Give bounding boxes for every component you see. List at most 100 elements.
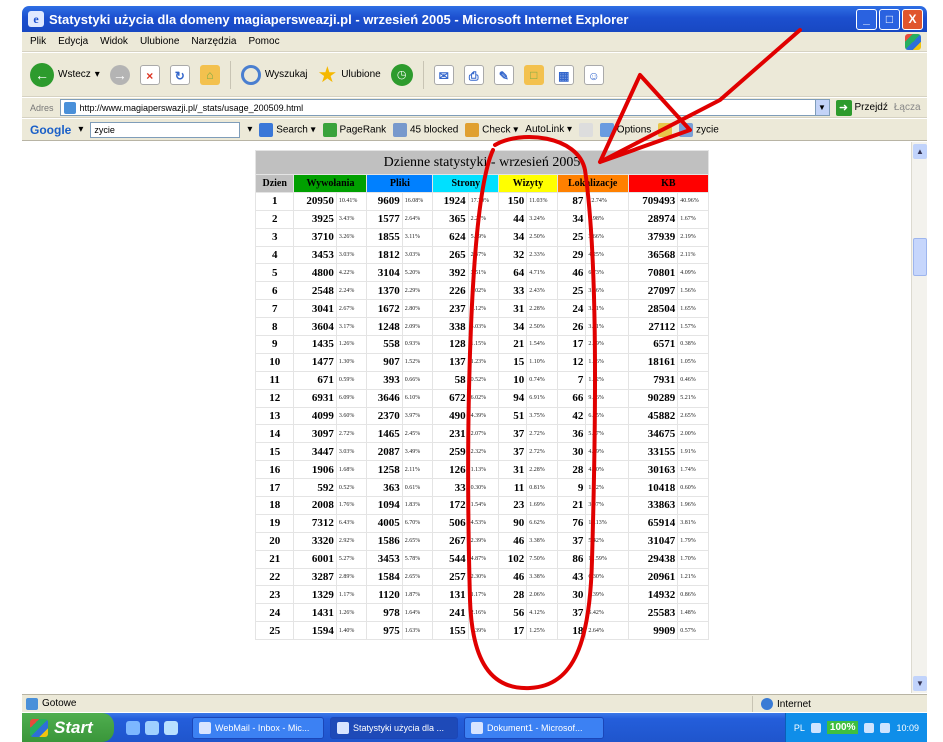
taskbar-item-webmail[interactable]: WebMail - Inbox - Mic... [192, 716, 324, 739]
percent-cell: 3.49% [401, 442, 434, 462]
google-logo[interactable]: Google [30, 123, 71, 137]
value-cell: 1094 [366, 496, 403, 515]
spellcheck-button[interactable]: Check ▾ [465, 122, 518, 137]
value-cell: 46 [498, 567, 528, 587]
taskbar-item-word[interactable]: Dokument1 - Microsof... [464, 716, 604, 739]
value-cell: 3453 [366, 549, 403, 569]
mail-icon[interactable]: ✉ [433, 64, 454, 85]
scroll-down-icon[interactable]: ▼ [913, 676, 927, 691]
quicklaunch-outlook-icon[interactable] [145, 720, 159, 735]
value-cell: 30163 [627, 460, 679, 480]
back-dropdown-icon[interactable]: ▾ [95, 69, 100, 80]
spellcheck-icon [465, 122, 480, 137]
value-cell: 1258 [366, 460, 403, 480]
start-button[interactable]: Start [22, 713, 114, 742]
window-title-bar[interactable]: e Statystyki użycia dla domeny magiapers… [22, 6, 927, 32]
percent-cell: 2.64% [401, 209, 434, 229]
refresh-icon[interactable]: ↻ [169, 64, 190, 85]
options-button[interactable]: Options [600, 122, 651, 137]
menu-favorites[interactable]: Ulubione [140, 36, 179, 47]
value-cell: 24 [556, 299, 587, 319]
menu-edit[interactable]: Edycja [58, 36, 88, 47]
messenger-icon[interactable]: ☺ [583, 64, 604, 85]
value-cell: 26 [556, 317, 587, 337]
tray-security-icon[interactable] [880, 722, 891, 733]
percent-cell: 5.27% [335, 549, 368, 569]
percent-cell: 1.15% [467, 335, 500, 354]
day-cell: 5 [254, 263, 295, 283]
back-button[interactable]: ← Wstecz ▾ [30, 62, 100, 87]
search-term-button[interactable]: zycie [679, 122, 719, 137]
percent-cell: 2.02% [467, 281, 500, 301]
value-cell: 1924 [432, 191, 469, 211]
google-search-input[interactable]: zycie [90, 121, 241, 138]
day-cell: 25 [254, 621, 295, 641]
history-icon[interactable]: ◷ [390, 63, 413, 86]
home-icon[interactable]: ⌂ [199, 64, 220, 85]
highlight-icon[interactable] [658, 122, 673, 137]
windows-flag-icon [30, 718, 48, 737]
edit-icon[interactable]: ✎ [493, 64, 514, 85]
toolbar-separator [229, 60, 231, 89]
tray-battery-level[interactable]: 100% [826, 721, 859, 734]
research-icon[interactable]: ▦ [553, 64, 574, 85]
value-cell: 37 [556, 531, 587, 551]
google-logo-dropdown-icon[interactable]: ▾ [78, 124, 83, 135]
menu-help[interactable]: Pomoc [248, 36, 279, 47]
value-cell: 2548 [293, 281, 337, 301]
google-search-dropdown-icon[interactable]: ▾ [247, 124, 252, 135]
table-row: 10 1477 1.30% 907 1.52% 137 1.23% 15 1.10% 12 1.76… [254, 352, 709, 372]
percent-cell: 2.07% [467, 424, 500, 444]
scroll-thumb[interactable] [913, 238, 927, 276]
percent-cell: 0.30% [467, 478, 500, 498]
menu-view[interactable]: Widok [100, 36, 128, 47]
percent-cell: 1.79% [677, 531, 709, 551]
taskbar-item-stats[interactable]: Statystyki użycia dla ... [330, 716, 458, 739]
percent-cell: 0.81% [526, 478, 558, 498]
minimize-button[interactable]: _ [856, 9, 877, 30]
day-cell: 4 [254, 245, 295, 265]
quicklaunch-ie-icon[interactable] [126, 720, 140, 735]
tray-network-icon[interactable] [810, 722, 821, 733]
search-button[interactable]: Wyszukaj [240, 64, 308, 85]
vertical-scrollbar[interactable]: ▲ ▼ [911, 142, 927, 693]
favorites-button[interactable]: ★ Ulubione [318, 63, 381, 85]
language-indicator[interactable]: PL [794, 723, 805, 733]
stop-icon[interactable]: × [139, 64, 160, 85]
address-dropdown-icon[interactable]: ▼ [814, 100, 829, 115]
percent-cell: 5.59% [467, 227, 500, 247]
links-button[interactable]: Łącza [894, 102, 921, 113]
percent-cell: 4.39% [585, 585, 629, 605]
go-button[interactable]: ➜ Przejdź [835, 99, 888, 116]
maximize-button[interactable]: □ [879, 9, 900, 30]
autofill-icon[interactable] [579, 122, 594, 137]
address-input[interactable]: http://www.magiaperswazji.pl/_stats/usag… [59, 99, 830, 116]
value-cell: 10 [498, 370, 528, 390]
popup-blocker-button[interactable]: 45 blocked [393, 122, 458, 137]
check-label: Check [482, 124, 511, 136]
table-row: 19 7312 6.43% 4005 6.70% 506 4.53% 90 6.62% 76 11.… [254, 513, 709, 533]
menu-tools[interactable]: Narzędzia [191, 36, 236, 47]
value-cell: 4800 [293, 263, 337, 283]
close-button[interactable]: X [902, 9, 923, 30]
day-cell: 21 [254, 549, 295, 569]
quicklaunch-media-icon[interactable] [164, 720, 178, 735]
google-search-button[interactable]: Search ▾ [259, 122, 316, 137]
value-cell: 36568 [627, 245, 679, 265]
autolink-button[interactable]: AutoLink ▾ [525, 124, 572, 135]
menu-file[interactable]: Plik [30, 36, 46, 47]
value-cell: 1370 [366, 281, 403, 301]
scroll-up-icon[interactable]: ▲ [913, 144, 927, 159]
value-cell: 1577 [366, 209, 403, 229]
percent-cell: 2.72% [526, 424, 558, 444]
percent-cell: 2.11% [401, 460, 434, 480]
pagerank-button[interactable]: PageRank [322, 122, 386, 137]
value-cell: 265 [432, 245, 469, 265]
table-row: 12 6931 6.09% 3646 6.10% 672 6.02% 94 6.91% 66 9.6… [254, 388, 709, 408]
print-icon[interactable]: ⎙ [463, 64, 484, 85]
table-row: 23 1329 1.17% 1120 1.87% 131 1.17% 28 2.06% 30 4.3… [254, 585, 709, 605]
folder-icon[interactable]: □ [523, 64, 544, 85]
percent-cell: 1.96% [677, 496, 709, 515]
forward-arrow-icon[interactable]: → [109, 64, 130, 85]
tray-volume-icon[interactable] [864, 722, 875, 733]
